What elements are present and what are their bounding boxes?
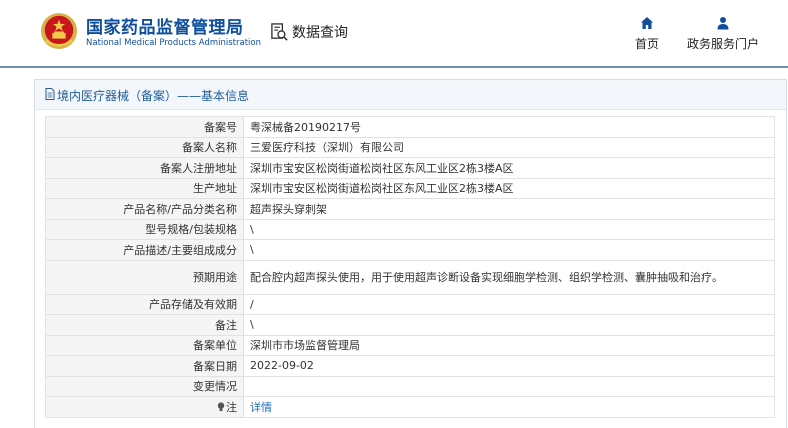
site-header: 国家药品监督管理局 National Medical Products Admi… [0, 0, 788, 67]
data-query-label: 数据查询 [292, 25, 348, 41]
search-document-icon [271, 23, 288, 41]
field-label: 备案号 [45, 116, 244, 138]
field-value: \ [243, 218, 775, 240]
field-value: \ [243, 314, 775, 336]
table-row: 变更情况 [45, 375, 775, 397]
field-label: 型号规格/包装规格 [45, 218, 244, 240]
nav-home-label: 首页 [634, 37, 659, 51]
note-label-cell: 注 [45, 396, 244, 418]
field-value: / [243, 293, 775, 315]
field-label: 注 [226, 400, 237, 414]
field-value: \ [243, 239, 775, 261]
panel-header: 境内医疗器械（备案）——基本信息 [35, 80, 786, 110]
table-row: 备案人注册地址 深圳市宝安区松岗街道松岗社区东风工业区2栋3楼A区 [45, 157, 775, 179]
detail-panel: 境内医疗器械（备案）——基本信息 备案号 粤深械备20190217号 备案人名称… [34, 79, 787, 428]
field-label: 生产地址 [45, 177, 244, 199]
table-row: 备案单位 深圳市市场监督管理局 [45, 334, 775, 356]
field-value: 2022-09-02 [243, 355, 775, 377]
table-row: 注 详情 [45, 396, 775, 418]
field-value: 三爱医疗科技（深圳）有限公司 [243, 136, 775, 158]
field-label: 备案人名称 [45, 136, 244, 158]
table-row: 预期用途 配合腔内超声探头使用，用于使用超声诊断设备实现细胞学检测、组织学检测、… [45, 259, 775, 295]
data-query-link[interactable]: 数据查询 [270, 22, 348, 42]
panel-title: 境内医疗器械（备案）——基本信息 [57, 89, 250, 103]
field-label: 备案单位 [45, 334, 244, 356]
field-value: 深圳市市场监督管理局 [243, 334, 775, 356]
user-icon [717, 17, 729, 30]
field-label: 变更情况 [45, 375, 244, 397]
nav-service-portal[interactable]: 政务服务门户 [680, 16, 766, 52]
field-value: 超声探头穿刺架 [243, 198, 775, 220]
brand-title[interactable]: 国家药品监督管理局 [86, 13, 244, 38]
table-row: 产品描述/主要组成成分 \ [45, 239, 775, 261]
table-row: 备注 \ [45, 314, 775, 336]
field-label: 预期用途 [45, 259, 244, 295]
field-label: 备案人注册地址 [45, 157, 244, 179]
nav-service-label: 政务服务门户 [686, 37, 759, 51]
home-icon [641, 17, 653, 29]
field-label: 备案日期 [45, 355, 244, 377]
table-row: 备案人名称 三爱医疗科技（深圳）有限公司 [45, 136, 775, 158]
table-row: 备案号 粤深械备20190217号 [45, 116, 775, 138]
field-value: 粤深械备20190217号 [243, 116, 775, 138]
field-label: 备注 [45, 314, 244, 336]
table-row: 生产地址 深圳市宝安区松岗街道松岗社区东风工业区2栋3楼A区 [45, 177, 775, 199]
brand-subtitle: National Medical Products Administration [86, 38, 261, 48]
field-label: 产品描述/主要组成成分 [45, 239, 244, 261]
table-row: 型号规格/包装规格 \ [45, 218, 775, 240]
table-row: 备案日期 2022-09-02 [45, 355, 775, 377]
header-divider [0, 66, 788, 68]
table-row: 产品名称/产品分类名称 超声探头穿刺架 [45, 198, 775, 220]
field-value: 深圳市宝安区松岗街道松岗社区东风工业区2栋3楼A区 [243, 177, 775, 199]
field-label: 产品名称/产品分类名称 [45, 198, 244, 220]
field-value [243, 375, 775, 397]
detail-cell: 详情 [243, 396, 775, 418]
lightbulb-icon [217, 402, 225, 411]
record-table: 备案号 粤深械备20190217号 备案人名称 三爱医疗科技（深圳）有限公司 备… [45, 116, 775, 418]
table-row: 产品存储及有效期 / [45, 293, 775, 315]
nav-home[interactable]: 首页 [631, 16, 663, 52]
details-link[interactable]: 详情 [250, 401, 272, 414]
field-label: 产品存储及有效期 [45, 293, 244, 315]
document-icon [45, 88, 55, 100]
field-value: 配合腔内超声探头使用，用于使用超声诊断设备实现细胞学检测、组织学检测、囊肿抽吸和… [243, 259, 775, 295]
national-emblem-icon[interactable] [40, 12, 78, 50]
field-value: 深圳市宝安区松岗街道松岗社区东风工业区2栋3楼A区 [243, 157, 775, 179]
